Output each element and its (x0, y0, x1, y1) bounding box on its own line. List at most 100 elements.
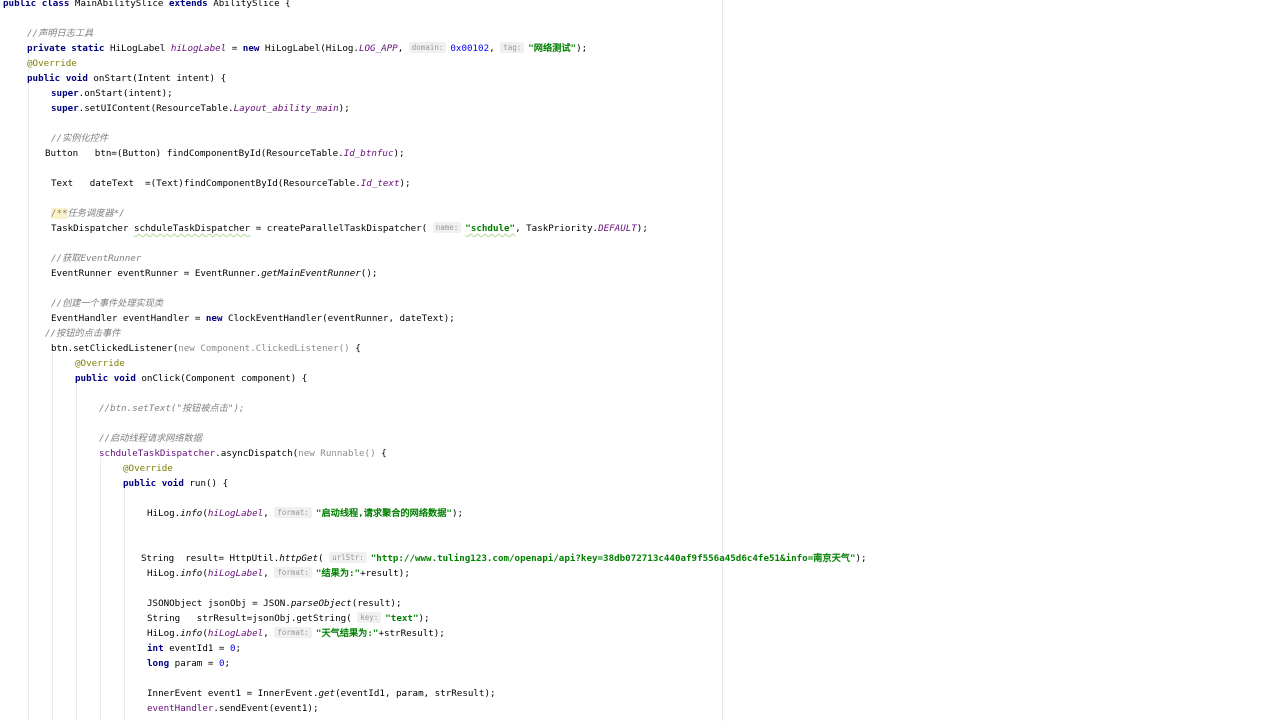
code-line[interactable]: String strResult=jsonObj.getString( key:… (147, 611, 430, 626)
code-token: onStart(Intent intent) { (87, 73, 227, 84)
code-line[interactable]: super.onStart(intent); (51, 86, 173, 101)
code-line[interactable]: long param = 0; (147, 656, 230, 671)
code-line[interactable]: Button btn=(Button) findComponentById(Re… (45, 146, 405, 161)
code-token: @Override (123, 463, 173, 474)
code-token: private static (27, 43, 105, 54)
code-line[interactable]: public void run() { (123, 476, 228, 491)
code-token: hiLogLabel (207, 568, 264, 579)
code-token: (eventId1, param, strResult); (335, 688, 496, 699)
code-line[interactable]: //btn.setText("按钮被点击"); (99, 401, 245, 416)
right-margin-guide (722, 0, 723, 721)
code-token: //启动线程请求网络数据 (99, 433, 202, 444)
code-line[interactable]: private static HiLogLabel hiLogLabel = n… (27, 41, 587, 56)
code-token: super (51, 88, 79, 99)
code-token: = createParallelTaskDispatcher( (250, 223, 433, 234)
code-line[interactable]: //实例化控件 (51, 131, 108, 146)
code-line[interactable]: eventHandler.sendEvent(event1); (147, 701, 319, 716)
code-token: , (263, 508, 275, 519)
code-line[interactable]: @Override (75, 356, 125, 371)
code-token: @Override (27, 58, 77, 69)
code-token: HiLog. (147, 568, 181, 579)
code-token: ); (451, 508, 464, 519)
code-token: parseObject (290, 598, 352, 609)
code-token: public void (75, 373, 136, 384)
code-token: +strResult); (378, 628, 445, 639)
code-line[interactable]: int eventId1 = 0; (147, 641, 241, 656)
code-line[interactable]: @Override (27, 56, 77, 71)
code-line[interactable]: schduleTaskDispatcher.asyncDispatch(new … (99, 446, 387, 461)
code-token: public void (27, 73, 88, 84)
code-token: "text" (385, 613, 419, 624)
code-token: //实例化控件 (51, 133, 108, 144)
code-token: , (263, 568, 275, 579)
code-line[interactable]: HiLog.info(hiLogLabel, format: "天气结果为:"+s… (147, 626, 445, 641)
code-token: Layout_ability_main (233, 103, 339, 114)
parameter-hint: tag: (500, 42, 525, 53)
code-token: , (397, 43, 409, 54)
code-token: ClockEventHandler(eventRunner, dateText)… (222, 313, 455, 324)
code-token: HiLogLabel (104, 43, 171, 54)
parameter-hint: name: (432, 222, 462, 233)
code-token: info (180, 508, 203, 519)
code-token: , (489, 43, 501, 54)
code-token: //获取EventRunner (51, 253, 142, 264)
code-line[interactable]: //启动线程请求网络数据 (99, 431, 202, 446)
code-line[interactable]: HiLog.info(hiLogLabel, format: "启动线程,请求聚合… (147, 506, 463, 521)
code-token: info (180, 628, 203, 639)
code-line[interactable]: InnerEvent event1 = InnerEvent.get(event… (147, 686, 496, 701)
code-token: get (318, 688, 336, 699)
code-token: (); (360, 268, 378, 279)
code-line[interactable]: //创建一个事件处理实现类 (51, 296, 163, 311)
code-token: run() { (183, 478, 229, 489)
parameter-hint: domain: (408, 42, 447, 53)
code-token: DEFAULT (598, 223, 637, 234)
code-line[interactable]: EventHandler eventHandler = new ClockEve… (51, 311, 455, 326)
code-line[interactable]: public void onStart(Intent intent) { (27, 71, 226, 86)
code-token: HiLog. (147, 628, 181, 639)
code-line[interactable]: /**任务调度器*/ (51, 206, 125, 221)
code-line[interactable]: public class MainAbilitySlice extends Ab… (3, 0, 291, 11)
indent-guide (124, 487, 125, 721)
code-token: httpGet (279, 553, 319, 564)
code-line[interactable]: @Override (123, 461, 173, 476)
code-line[interactable]: //获取EventRunner (51, 251, 141, 266)
code-token: ); (399, 178, 411, 189)
code-line[interactable]: HiLog.info(hiLogLabel, format: "结果为:"+res… (147, 566, 410, 581)
code-token: LOG_APP (358, 43, 398, 54)
code-token: "启动线程,请求聚合的网络数据" (315, 508, 452, 519)
code-token: //创建一个事件处理实现类 (51, 298, 164, 309)
code-line[interactable]: Text dateText =(Text)findComponentById(R… (51, 176, 411, 191)
code-token: { (375, 448, 387, 459)
code-token: hiLogLabel (207, 628, 264, 639)
code-token: Text dateText =(Text)findComponentById(R… (51, 178, 361, 189)
code-line[interactable]: public void onClick(Component component)… (75, 371, 307, 386)
code-token: = (226, 43, 243, 54)
code-line[interactable]: //按钮的点击事件 (45, 326, 120, 341)
indent-guide (28, 52, 29, 721)
code-line[interactable]: JSONObject jsonObj = JSON.parseObject(re… (147, 596, 401, 611)
code-line[interactable]: String result= HttpUtil.httpGet( urlStr:… (141, 551, 867, 566)
code-token: param = (169, 658, 219, 669)
code-line[interactable]: super.setUIContent(ResourceTable.Layout_… (51, 101, 350, 116)
code-token: .setUIContent(ResourceTable. (78, 103, 234, 114)
code-token: new Component.ClickedListener() (178, 343, 350, 354)
code-line[interactable]: //声明日志工具 (27, 26, 93, 41)
code-token: ); (393, 148, 405, 159)
code-editor[interactable]: public class MainAbilitySlice extends Ab… (0, 0, 1264, 721)
indent-guide (52, 352, 53, 721)
code-token: int (147, 643, 164, 654)
code-line[interactable]: EventRunner eventRunner = EventRunner.ge… (51, 266, 377, 281)
code-token: eventId1 = (163, 643, 230, 654)
code-token: ; (235, 643, 242, 654)
parameter-hint: key: (357, 612, 382, 623)
code-line[interactable]: btn.setClickedListener(new Component.Cli… (51, 341, 361, 356)
code-token: Id_text (360, 178, 400, 189)
code-token: ); (636, 223, 648, 234)
code-token: .onStart(intent); (78, 88, 173, 99)
code-token: long (147, 658, 170, 669)
code-token: JSONObject jsonObj = JSON. (147, 598, 291, 609)
code-token: EventHandler eventHandler = (51, 313, 206, 324)
code-token: btn.setClickedListener( (51, 343, 179, 354)
code-line[interactable]: TaskDispatcher schduleTaskDispatcher = c… (51, 221, 648, 236)
code-token: String strResult=jsonObj.getString( (147, 613, 358, 624)
